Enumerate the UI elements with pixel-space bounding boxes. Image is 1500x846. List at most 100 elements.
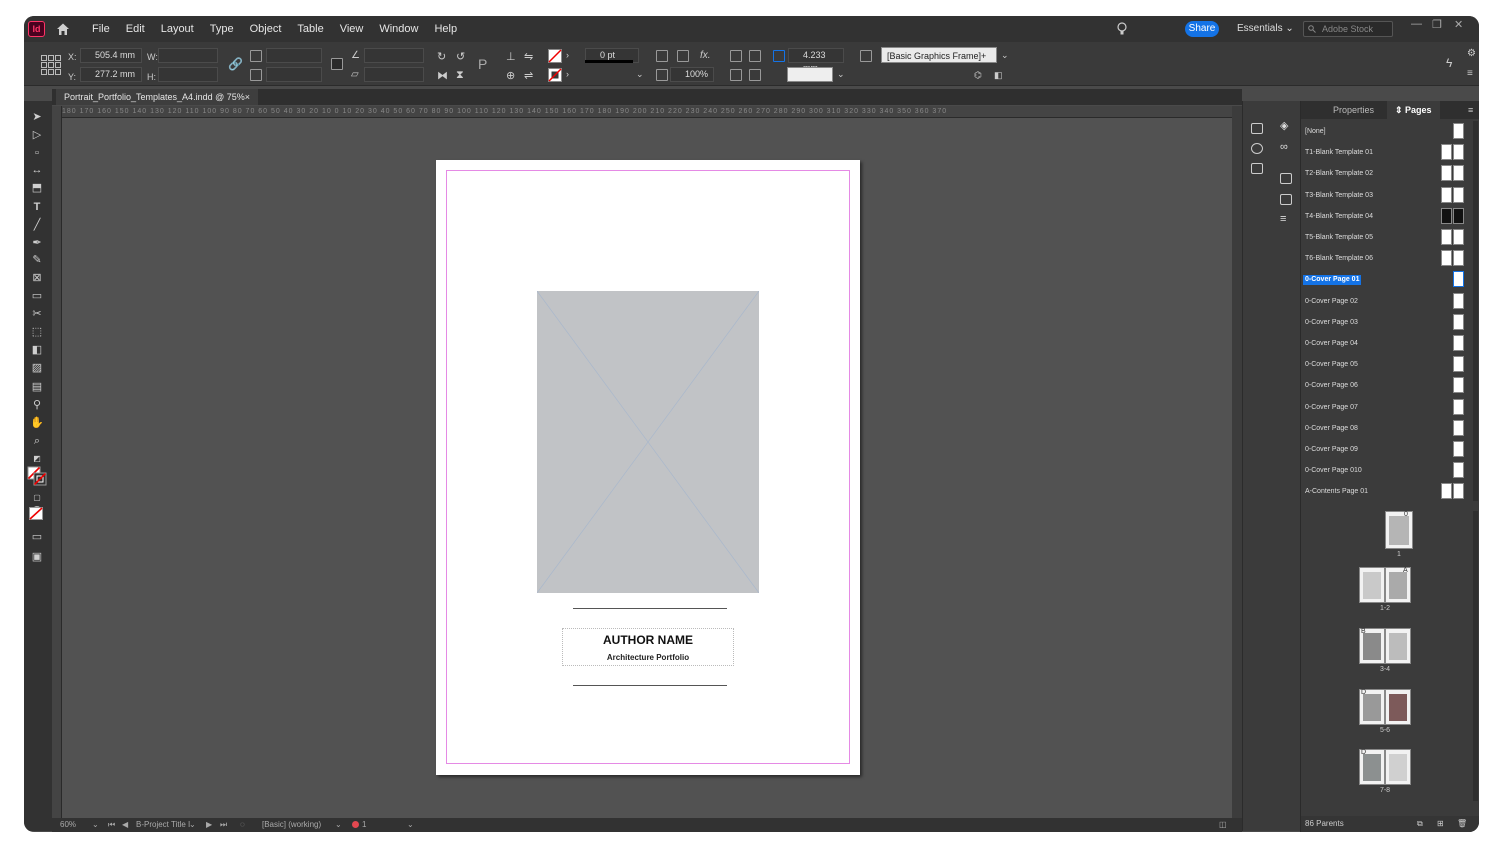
default-fill-stroke-icon[interactable]: ◩ ↶ xyxy=(30,453,44,475)
preflight-refresh-icon[interactable]: ◌ xyxy=(240,818,245,832)
share-button[interactable]: Share xyxy=(1185,21,1219,37)
parent-thumbnail[interactable] xyxy=(1453,483,1464,500)
eyedropper-tool-icon[interactable]: ⚲ xyxy=(30,399,44,411)
page-thumbnail-8[interactable] xyxy=(1385,749,1411,785)
stroke-panel-icon[interactable] xyxy=(1280,173,1292,184)
type-tool-icon[interactable]: T xyxy=(30,201,44,213)
color-icon[interactable] xyxy=(1251,163,1263,174)
swatch-chevron-icon[interactable]: ⌄ xyxy=(837,69,845,80)
tab-pages[interactable]: ⇕ Pages xyxy=(1387,101,1440,119)
rectangle-frame-tool-icon[interactable]: ⊠ xyxy=(30,272,44,284)
menu-type[interactable]: Type xyxy=(202,16,242,42)
rotation-field[interactable] xyxy=(364,48,424,63)
scale-y-field[interactable] xyxy=(266,67,322,82)
parent-thumbnail[interactable] xyxy=(1441,144,1452,161)
parent-page-item[interactable]: [None] xyxy=(1301,121,1471,142)
page-thumbnail-3[interactable]: B xyxy=(1359,628,1385,664)
stroke-type-preview[interactable] xyxy=(585,60,633,63)
page-thumbnail-1[interactable]: 0 xyxy=(1385,511,1413,549)
parent-thumbnail[interactable] xyxy=(1453,271,1464,288)
portfolio-subtitle-text[interactable]: Architecture Portfolio xyxy=(563,653,733,662)
document-page[interactable]: AUTHOR NAME Architecture Portfolio xyxy=(436,160,860,775)
parent-page-item[interactable]: 0-Cover Page 07 xyxy=(1301,397,1471,418)
select-container-icon[interactable]: ⊥ xyxy=(506,50,516,63)
select-previous-icon[interactable]: ⇋ xyxy=(524,50,533,63)
constrain-link-icon[interactable]: 🔗 xyxy=(228,57,243,71)
first-page-icon[interactable]: ⏮ xyxy=(108,818,115,832)
page-thumbnail-4[interactable] xyxy=(1385,628,1411,664)
parent-thumbnail[interactable] xyxy=(1441,186,1452,203)
gradient-swatch-tool-icon[interactable]: ◧ xyxy=(30,344,44,356)
page-thumbnail-2[interactable]: A xyxy=(1385,567,1411,603)
frame-fitting-icon[interactable] xyxy=(656,50,668,62)
parent-page-item[interactable]: T5-Blank Template 05 xyxy=(1301,227,1471,248)
tab-properties[interactable]: Properties xyxy=(1325,101,1382,119)
parent-thumbnail[interactable] xyxy=(1453,123,1464,139)
parent-thumbnail[interactable] xyxy=(1453,419,1464,436)
page-tool-icon[interactable]: ▫ xyxy=(30,147,44,159)
links-icon[interactable]: ∞ xyxy=(1280,142,1292,153)
hamburger-menu-icon[interactable]: ≡ xyxy=(1467,68,1473,79)
gradient-feather-tool-icon[interactable]: ▨ xyxy=(30,362,44,374)
h-field[interactable] xyxy=(158,67,218,82)
select-content-icon[interactable]: ⊕ xyxy=(506,69,515,82)
lightbulb-icon[interactable] xyxy=(1117,22,1127,36)
vertical-scrollbar[interactable] xyxy=(1232,106,1242,818)
page-thumbnail-7[interactable]: D xyxy=(1359,749,1385,785)
parent-page-item[interactable]: T2-Blank Template 02 xyxy=(1301,163,1471,184)
menu-table[interactable]: Table xyxy=(289,16,331,42)
parent-page-item[interactable]: 0-Cover Page 02 xyxy=(1301,291,1471,312)
flip-horizontal-icon[interactable]: ⧓ xyxy=(437,69,448,82)
rotate-ccw-icon[interactable]: ↺ xyxy=(456,50,465,63)
parent-page-item[interactable]: T1-Blank Template 01 xyxy=(1301,142,1471,163)
gap-tool-icon[interactable]: ↔ xyxy=(30,164,44,176)
parent-page-item[interactable]: 0-Cover Page 06 xyxy=(1301,375,1471,396)
parent-page-item[interactable]: 0-Cover Page 01 xyxy=(1301,269,1471,290)
close-tab-icon[interactable]: × xyxy=(245,92,250,102)
preflight-profile[interactable]: [Basic] (working) xyxy=(262,818,321,832)
parent-thumbnail[interactable] xyxy=(1453,292,1464,309)
menu-file[interactable]: File xyxy=(84,16,118,42)
current-page-field[interactable]: B-Project Title I xyxy=(136,818,190,832)
menu-layout[interactable]: Layout xyxy=(153,16,202,42)
stroke-type-chevron-icon[interactable]: ⌄ xyxy=(636,69,644,80)
parent-page-item[interactable]: 0-Cover Page 09 xyxy=(1301,439,1471,460)
menu-edit[interactable]: Edit xyxy=(118,16,153,42)
page-size-icon[interactable]: ⧉ xyxy=(1417,816,1423,832)
restore-button[interactable]: ❐ xyxy=(1432,18,1442,31)
gear-icon[interactable]: ⚙ xyxy=(1467,48,1476,59)
parent-thumbnail[interactable] xyxy=(1453,229,1464,245)
shear-field[interactable] xyxy=(364,67,424,82)
apply-none-icon[interactable] xyxy=(29,507,43,520)
effects-fx-icon[interactable]: fx. xyxy=(700,50,711,61)
menu-view[interactable]: View xyxy=(332,16,372,42)
parent-page-item[interactable]: 0-Cover Page 08 xyxy=(1301,418,1471,439)
line-tool-icon[interactable]: ╱ xyxy=(30,219,44,231)
rotate-cw-icon[interactable]: ↻ xyxy=(437,50,446,63)
auto-fit-icon[interactable] xyxy=(677,50,689,62)
pencil-tool-icon[interactable]: ✎ xyxy=(30,254,44,266)
author-name-text[interactable]: AUTHOR NAME xyxy=(563,633,733,647)
selection-tool-icon[interactable]: ➤ xyxy=(30,111,44,123)
last-page-icon[interactable]: ⏭ xyxy=(220,818,227,832)
stroke-menu-chevron-icon[interactable]: › xyxy=(566,69,569,79)
object-style-dropdown[interactable]: [Basic Graphics Frame]+ xyxy=(881,47,997,63)
fill-swatch-none-icon[interactable] xyxy=(548,49,562,63)
parent-thumbnail[interactable] xyxy=(1453,441,1464,457)
workspace-switcher[interactable]: Essentials ⌄ xyxy=(1237,16,1294,42)
free-transform-tool-icon[interactable]: ⬚ xyxy=(30,326,44,338)
parent-thumbnail[interactable] xyxy=(1453,398,1464,415)
parent-thumbnail[interactable] xyxy=(1453,462,1464,479)
parent-thumbnail[interactable] xyxy=(1453,377,1464,394)
lightning-icon[interactable]: ϟ xyxy=(1446,56,1452,70)
zoom-tool-icon[interactable]: ⌕ xyxy=(30,435,44,447)
reference-point-icon[interactable] xyxy=(41,55,61,75)
errors-chevron-icon[interactable]: ⌄ xyxy=(407,818,414,832)
parent-page-item[interactable]: T3-Blank Template 03 xyxy=(1301,185,1471,206)
fill-stroke-swatch-icon[interactable] xyxy=(27,466,47,486)
zoom-chevron-icon[interactable]: ⌄ xyxy=(92,818,99,832)
image-placeholder-frame[interactable] xyxy=(536,290,760,594)
page-thumbnail-6[interactable] xyxy=(1385,689,1411,725)
parent-thumbnail[interactable] xyxy=(1453,144,1464,161)
parent-page-item[interactable]: T6-Blank Template 06 xyxy=(1301,248,1471,269)
